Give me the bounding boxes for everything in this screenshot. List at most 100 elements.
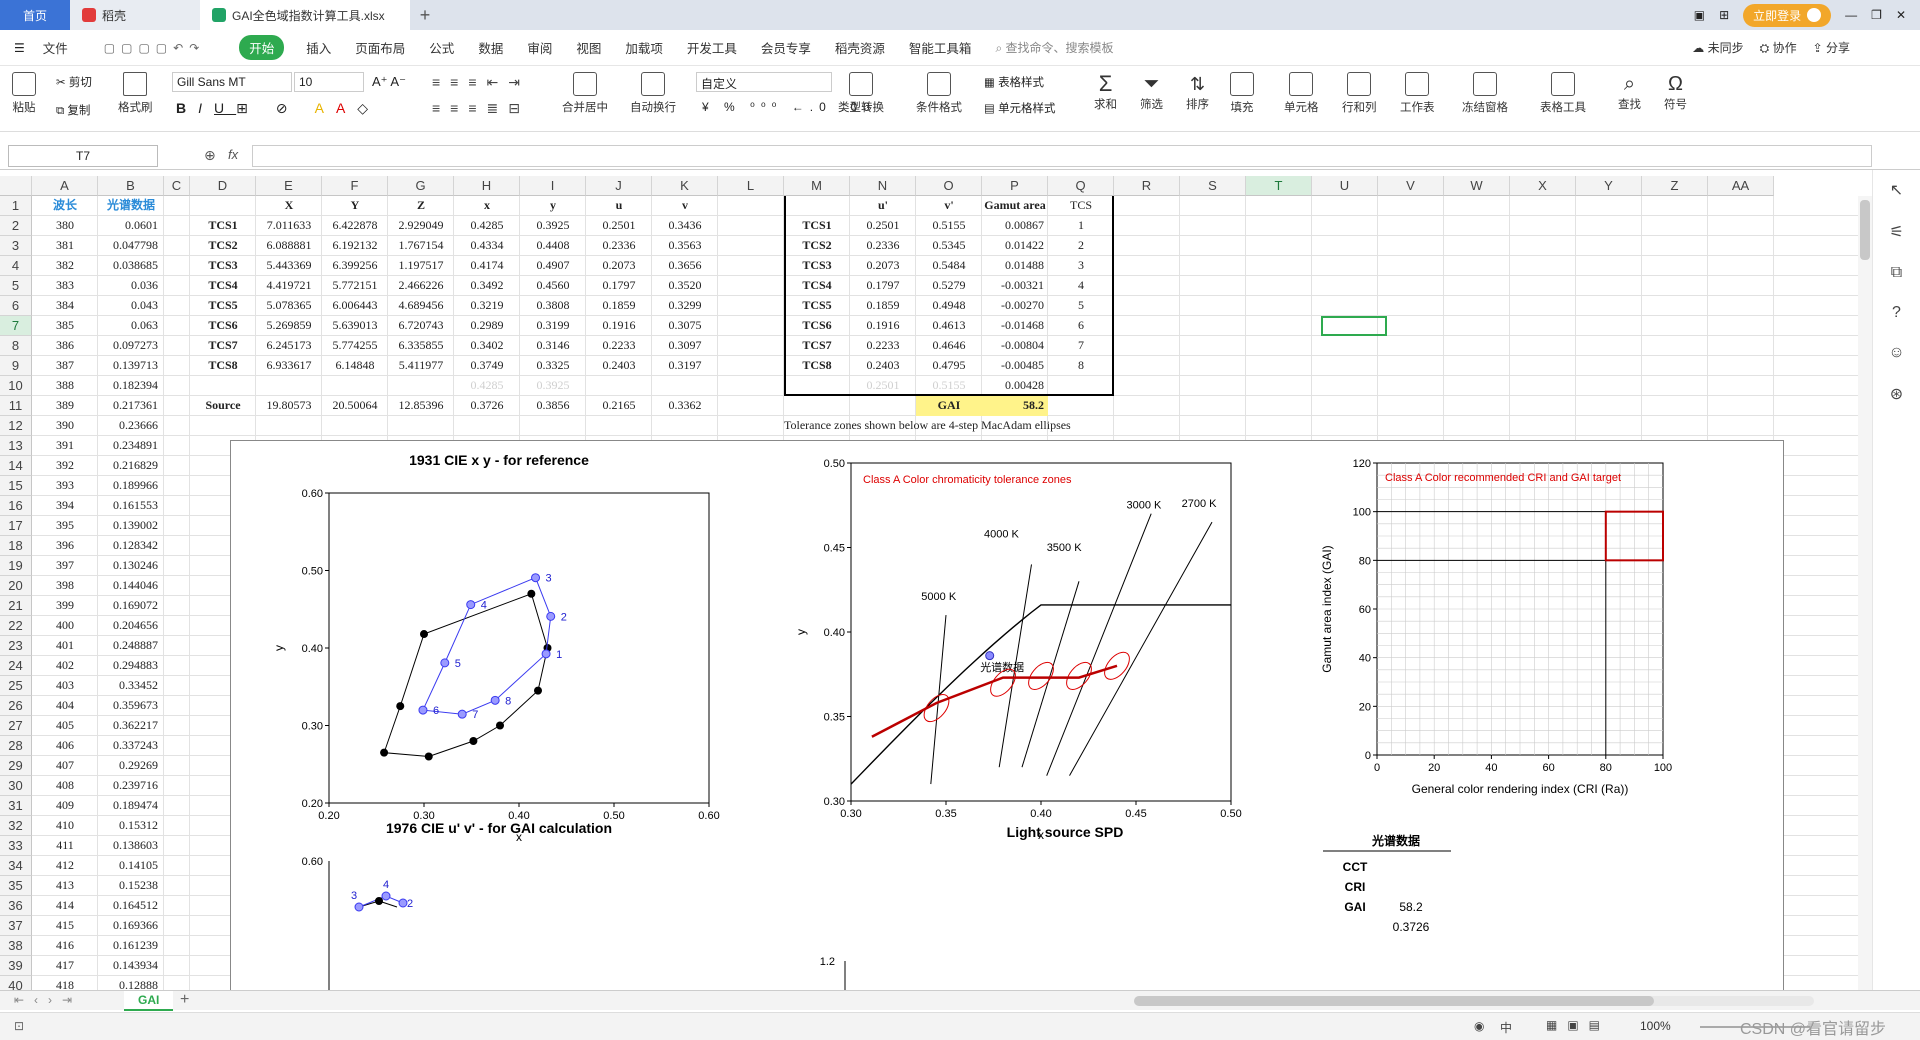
tcs-value[interactable]: 0.3749 xyxy=(454,356,520,376)
spectral-cell[interactable]: 0.15238 xyxy=(98,876,164,896)
col-header-J[interactable]: J xyxy=(586,176,652,196)
spectral-cell[interactable]: 0.161553 xyxy=(98,496,164,516)
chart-area[interactable]: 1931 CIE x y - for reference 0.20 0.30 0.40… xyxy=(230,440,1784,990)
tcs-label[interactable]: TCS6 xyxy=(190,316,256,336)
paste-button[interactable]: 粘贴 xyxy=(12,72,36,115)
row-header[interactable]: 16 xyxy=(0,496,32,516)
wavelength-cell[interactable]: 383 xyxy=(32,276,98,296)
tcs-label[interactable]: TCS7 xyxy=(190,336,256,356)
tcs-value[interactable]: 7.011633 xyxy=(256,216,322,236)
tcs-value[interactable]: 1.767154 xyxy=(388,236,454,256)
menu-addins[interactable]: 加载项 xyxy=(613,38,675,57)
wavelength-cell[interactable]: 407 xyxy=(32,756,98,776)
tcs-value[interactable]: 0.3097 xyxy=(652,336,718,356)
uv-value[interactable]: -0.01468 xyxy=(982,316,1048,336)
row-header[interactable]: 29 xyxy=(0,756,32,776)
uv-value[interactable]: 4 xyxy=(1048,276,1114,296)
tcs-value[interactable]: 0.4174 xyxy=(454,256,520,276)
tcs-value[interactable]: 6.245173 xyxy=(256,336,322,356)
col-header-W[interactable]: W xyxy=(1444,176,1510,196)
type-convert-button[interactable]: 类型转换 xyxy=(838,72,884,115)
tcs-value[interactable]: 0.3146 xyxy=(520,336,586,356)
col-header-O[interactable]: O xyxy=(916,176,982,196)
tcs-label[interactable]: TCS8 xyxy=(190,356,256,376)
faded-value[interactable]: 0.5155 xyxy=(916,376,982,396)
tcs-label[interactable]: TCS3 xyxy=(190,256,256,276)
spectral-cell[interactable]: 0.234891 xyxy=(98,436,164,456)
row-header[interactable]: 9 xyxy=(0,356,32,376)
row-header[interactable]: 10 xyxy=(0,376,32,396)
wavelength-cell[interactable]: 405 xyxy=(32,716,98,736)
row-header[interactable]: 18 xyxy=(0,536,32,556)
tcs-value[interactable]: 5.411977 xyxy=(388,356,454,376)
spectral-cell[interactable]: 0.097273 xyxy=(98,336,164,356)
tcs-value[interactable]: 4.689456 xyxy=(388,296,454,316)
row-header[interactable]: 33 xyxy=(0,836,32,856)
freeze-button[interactable]: 冻结窗格 xyxy=(1462,72,1508,115)
col-header-H[interactable]: H xyxy=(454,176,520,196)
spectral-cell[interactable]: 0.15312 xyxy=(98,816,164,836)
tcs-value[interactable]: 6.422878 xyxy=(322,216,388,236)
tcs-value[interactable]: 0.3402 xyxy=(454,336,520,356)
spectral-cell[interactable]: 0.23666 xyxy=(98,416,164,436)
merge-button[interactable]: 合并居中 xyxy=(562,72,608,115)
row-header[interactable]: 39 xyxy=(0,956,32,976)
uv-value[interactable]: 0.00867 xyxy=(982,216,1048,236)
tcs-value[interactable]: 6.192132 xyxy=(322,236,388,256)
spectral-cell[interactable]: 0.144046 xyxy=(98,576,164,596)
wavelength-cell[interactable]: 408 xyxy=(32,776,98,796)
row-header[interactable]: 2 xyxy=(0,216,32,236)
col-header-D[interactable]: D xyxy=(190,176,256,196)
tcs-value[interactable]: 0.3075 xyxy=(652,316,718,336)
spectral-cell[interactable]: 0.14105 xyxy=(98,856,164,876)
uv-value[interactable]: 0.2073 xyxy=(850,256,916,276)
share-button[interactable]: ⇪ 分享 xyxy=(1813,39,1850,56)
spectral-cell[interactable]: 0.204656 xyxy=(98,616,164,636)
spectral-cell[interactable]: 0.294883 xyxy=(98,656,164,676)
tcs-value[interactable]: 0.4408 xyxy=(520,236,586,256)
row-header[interactable]: 8 xyxy=(0,336,32,356)
tcs-label[interactable]: TCS1 xyxy=(190,216,256,236)
zoom-level[interactable]: 100% xyxy=(1640,1019,1671,1033)
spectral-cell[interactable]: 0.189474 xyxy=(98,796,164,816)
cut-button[interactable]: ✂ 剪切 xyxy=(56,74,92,90)
apps-icon[interactable]: ⊞ xyxy=(1719,8,1729,22)
header-wavelength[interactable]: 波长 xyxy=(32,196,98,216)
table-style-button[interactable]: ▦ 表格样式 xyxy=(984,74,1044,90)
tcs-value[interactable]: 0.3436 xyxy=(652,216,718,236)
gai-label[interactable]: GAI xyxy=(916,396,982,416)
spectral-cell[interactable]: 0.038685 xyxy=(98,256,164,276)
row-header[interactable]: 17 xyxy=(0,516,32,536)
uv-value[interactable]: 3 xyxy=(1048,256,1114,276)
spectral-cell[interactable]: 0.130246 xyxy=(98,556,164,576)
wavelength-cell[interactable]: 382 xyxy=(32,256,98,276)
col-header-F[interactable]: F xyxy=(322,176,388,196)
font-family-select[interactable]: Gill Sans MT xyxy=(172,72,292,92)
row-header[interactable]: 24 xyxy=(0,656,32,676)
spectral-cell[interactable]: 0.128342 xyxy=(98,536,164,556)
uv-tcs-label[interactable]: TCS7 xyxy=(784,336,850,356)
tcs-value[interactable]: 6.006443 xyxy=(322,296,388,316)
close-icon[interactable]: ✕ xyxy=(1896,8,1906,22)
cond-format-button[interactable]: 条件格式 xyxy=(916,72,962,115)
wavelength-cell[interactable]: 396 xyxy=(32,536,98,556)
col-header-Z[interactable]: Z xyxy=(1642,176,1708,196)
help-icon[interactable]: ? xyxy=(1892,304,1901,322)
col-header-Q[interactable]: Q xyxy=(1048,176,1114,196)
row-header[interactable]: 35 xyxy=(0,876,32,896)
wavelength-cell[interactable]: 410 xyxy=(32,816,98,836)
uv-tcs-label[interactable]: TCS4 xyxy=(784,276,850,296)
tcs-value[interactable]: 0.2989 xyxy=(454,316,520,336)
wavelength-cell[interactable]: 412 xyxy=(32,856,98,876)
tcs-value[interactable]: 5.269859 xyxy=(256,316,322,336)
source-value[interactable]: 0.3856 xyxy=(520,396,586,416)
gai-value[interactable]: 58.2 xyxy=(982,396,1048,416)
spectral-cell[interactable]: 0.189966 xyxy=(98,476,164,496)
cell-style-button[interactable]: ▤ 单元格样式 xyxy=(984,100,1056,116)
row-header[interactable]: 36 xyxy=(0,896,32,916)
tcs-value[interactable]: 0.1797 xyxy=(586,276,652,296)
uv-value[interactable]: 0.1859 xyxy=(850,296,916,316)
vertical-scrollbar[interactable] xyxy=(1858,196,1872,990)
horizontal-scroll-thumb[interactable] xyxy=(1134,996,1654,1006)
table-tools-button[interactable]: 表格工具 xyxy=(1540,72,1586,115)
